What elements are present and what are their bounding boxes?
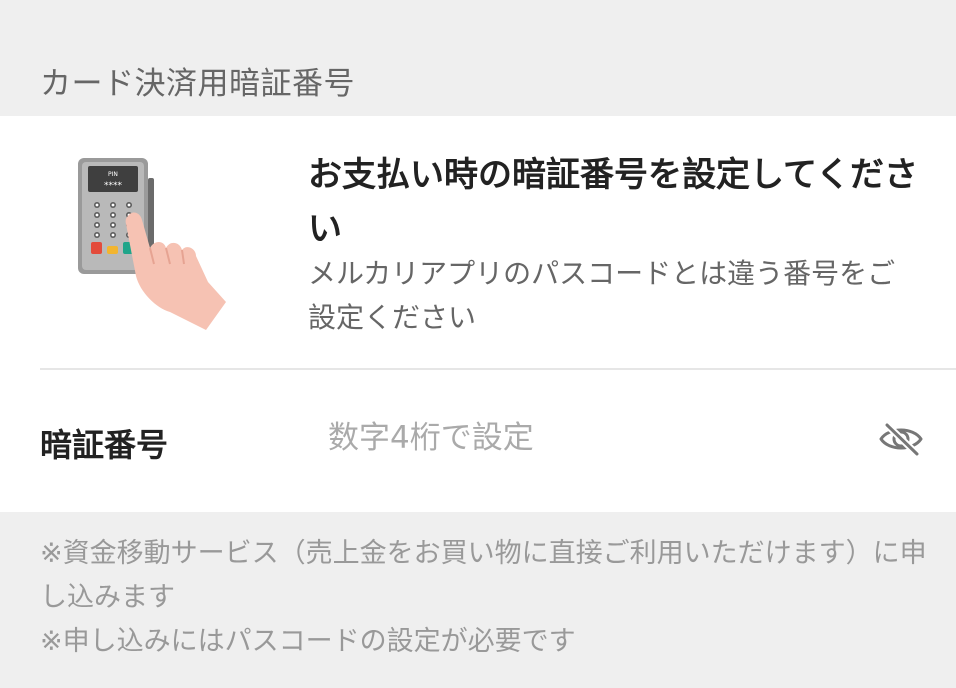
info-subtitle: メルカリアプリのパスコードとは違う番号をご設定ください bbox=[308, 257, 896, 334]
visibility-toggle-button[interactable] bbox=[870, 414, 932, 468]
info-title: お支払い時の暗証番号を設定してください bbox=[308, 155, 918, 249]
note-fund-transfer: ※資金移動サービス（売上金をお買い物に直接ご利用いただけます）に申し込みます bbox=[40, 538, 927, 613]
notes-section: ※資金移動サービス（売上金をお買い物に直接ご利用いただけます）に申し込みます ※… bbox=[40, 532, 930, 664]
pin-field-row: 暗証番号 bbox=[0, 370, 956, 512]
pin-field-label: 暗証番号 bbox=[40, 426, 169, 464]
eye-off-icon bbox=[877, 421, 925, 461]
pin-input[interactable] bbox=[320, 410, 856, 466]
terminal-screen-label: PIN bbox=[108, 171, 118, 178]
pin-settings-card: PIN **** お支払い時の暗証番号を設定してください メルカリアプリのパスコ… bbox=[0, 116, 956, 512]
terminal-screen-mask: **** bbox=[104, 181, 123, 191]
section-header: カード決済用暗証番号 bbox=[0, 0, 956, 116]
note-passcode-required: ※申し込みにはパスコードの設定が必要です bbox=[40, 626, 576, 657]
section-title: カード決済用暗証番号 bbox=[40, 66, 355, 102]
pin-terminal-hand-icon: PIN **** bbox=[70, 152, 240, 332]
